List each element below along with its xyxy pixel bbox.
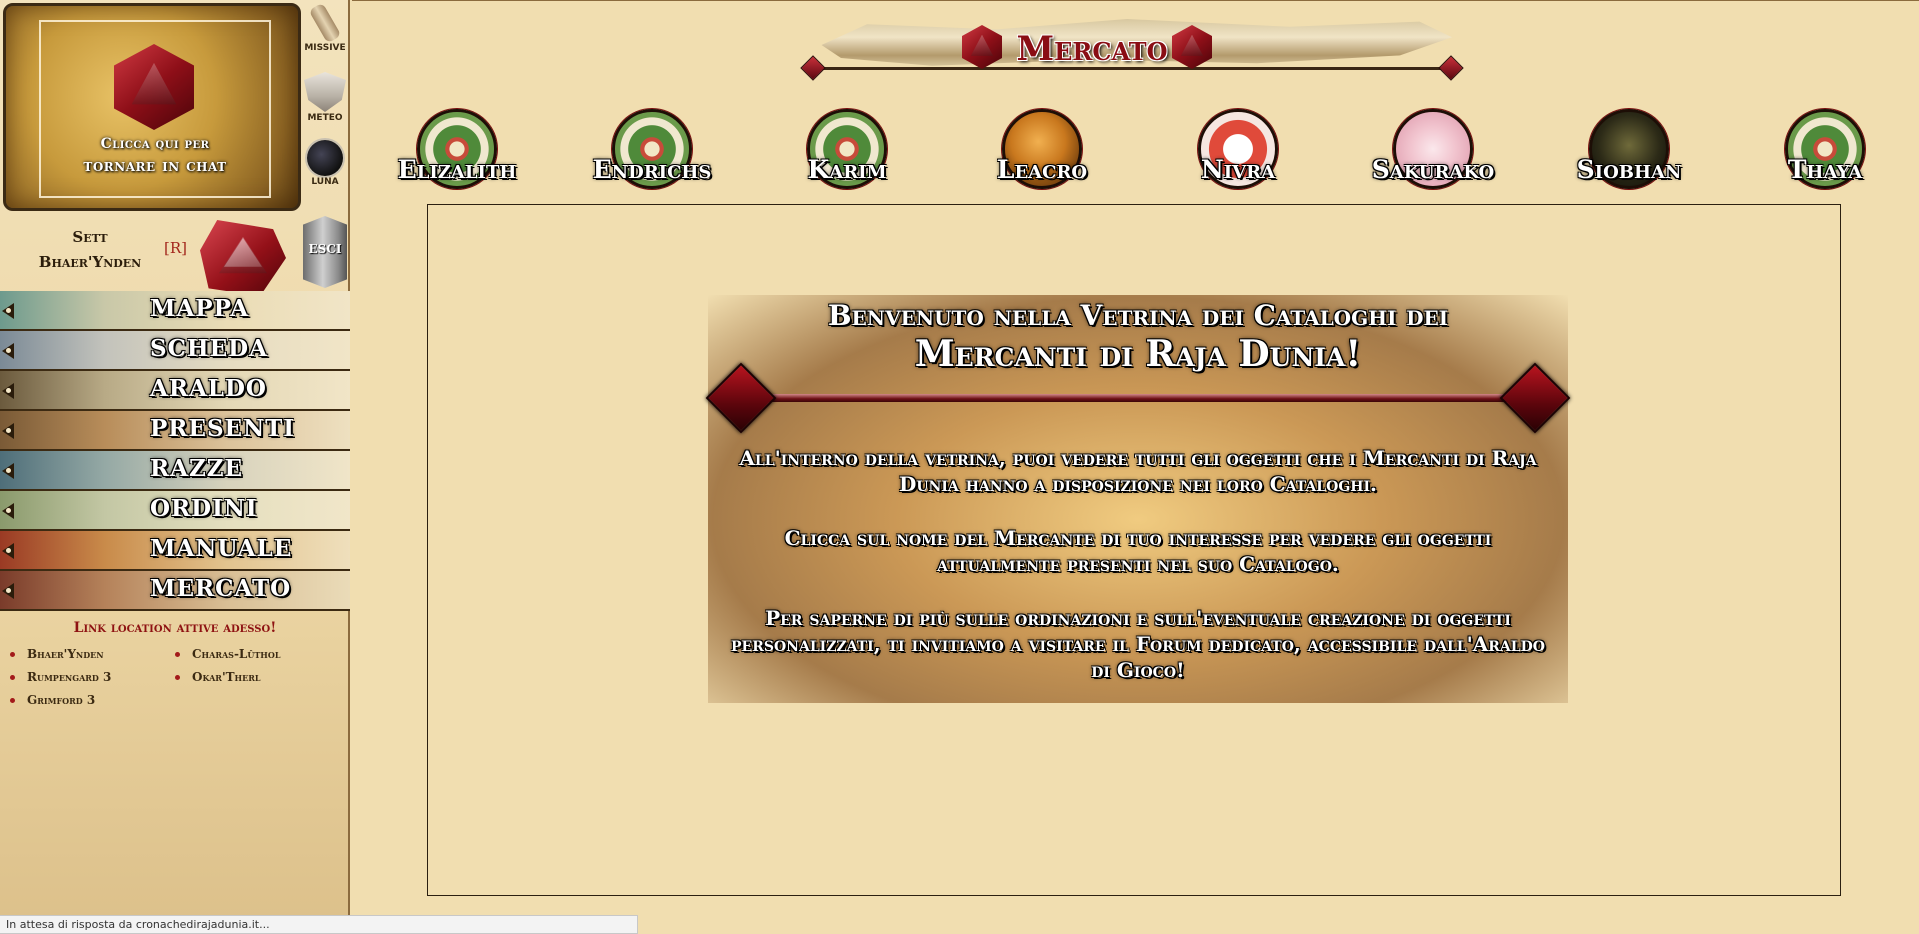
merchant-name: Siobhan	[1576, 155, 1682, 184]
nav-label: RAZZE	[150, 455, 244, 482]
arrow-left-icon	[2, 503, 14, 519]
chat-label-line1: Clicca qui per	[100, 136, 210, 152]
user-name[interactable]: Bhaer'Ynden	[20, 253, 160, 271]
scroll-icon	[308, 2, 342, 44]
nav-item-mercato[interactable]: MERCATO	[0, 571, 350, 611]
missive-label: MISSIVE	[304, 43, 346, 53]
user-title: Sett	[72, 228, 108, 246]
merchant-thaya[interactable]: Thaya	[1760, 107, 1890, 189]
logout-label: ESCI	[308, 242, 342, 256]
merchant-nivra[interactable]: Nivra	[1173, 107, 1303, 189]
arrow-left-icon	[2, 543, 14, 559]
merchant-sakurako[interactable]: Sakurako	[1368, 107, 1498, 189]
arrow-left-icon	[2, 583, 14, 599]
arrow-left-icon	[2, 423, 14, 439]
nav-item-manuale[interactable]: MANUALE	[0, 531, 350, 571]
diamond-ornament-icon	[1438, 55, 1464, 81]
chat-label-line2: tornare in chat	[83, 156, 227, 176]
luna-button[interactable]: LUNA	[302, 140, 348, 187]
welcome-paragraph: Clicca sul nome del Mercante di tuo inte…	[784, 526, 1492, 576]
merchant-name: Leacro	[996, 155, 1088, 184]
welcome-divider	[738, 394, 1538, 402]
active-locations-list: Bhaer'Ynden Charas-Lûthol Rumpengard 3 O…	[0, 647, 350, 707]
merchant-elizalith[interactable]: Elizalith	[392, 107, 522, 189]
welcome-title-line2: Mercanti di Raja Dunia!	[914, 333, 1362, 375]
nav-label: SCHEDA	[150, 335, 268, 362]
luna-label: LUNA	[311, 177, 339, 187]
nav-label: PRESENTI	[150, 415, 295, 442]
missive-button[interactable]: MISSIVE	[302, 2, 348, 53]
nav-item-araldo[interactable]: ARALDO	[0, 371, 350, 411]
browser-status-bar: In attesa di risposta da cronachedirajad…	[0, 915, 638, 934]
arrow-left-icon	[2, 343, 14, 359]
nav-item-presenti[interactable]: PRESENTI	[0, 411, 350, 451]
nav-item-mappa[interactable]: MAPPA	[0, 291, 350, 331]
merchant-name: Thaya	[1787, 155, 1863, 184]
meteo-button[interactable]: METEO	[302, 72, 348, 123]
nav-label: MERCATO	[150, 575, 292, 602]
logout-button[interactable]: ESCI	[303, 216, 347, 288]
active-locations: Link location attive adesso! Bhaer'Ynden…	[0, 620, 350, 707]
welcome-paragraph: All'interno della vetrina, puoi vedere t…	[739, 446, 1537, 496]
meteo-label: METEO	[307, 113, 343, 123]
moon-icon	[307, 140, 343, 176]
sidebar: Clicca qui per tornare in chat MISSIVE M…	[0, 0, 350, 934]
catalog-panel: Benvenuto nella Vetrina dei Cataloghi de…	[427, 204, 1841, 896]
merchant-leacro[interactable]: Leacro	[977, 107, 1107, 189]
main-nav: MAPPA SCHEDA ARALDO PRESENTI RAZZE ORDIN…	[0, 291, 350, 611]
location-link[interactable]: Bhaer'Ynden	[10, 647, 175, 661]
nav-item-razze[interactable]: RAZZE	[0, 451, 350, 491]
merchant-list: Elizalith Endrichs Karim Leacro Nivra Sa…	[392, 107, 1892, 189]
nav-label: ORDINI	[150, 495, 258, 522]
merchant-endrichs[interactable]: Endrichs	[587, 107, 717, 189]
merchant-name: Elizalith	[397, 155, 517, 184]
merchant-name: Karim	[807, 155, 887, 184]
nav-item-scheda[interactable]: SCHEDA	[0, 331, 350, 371]
diamond-ornament-icon	[800, 55, 826, 81]
nav-label: MAPPA	[150, 295, 250, 322]
welcome-banner: Benvenuto nella Vetrina dei Cataloghi de…	[705, 295, 1571, 703]
weather-icon	[304, 72, 346, 112]
location-link[interactable]: Grimford 3	[10, 693, 175, 707]
user-panel: Sett Bhaer'Ynden [R]	[0, 214, 350, 296]
main-content: Mercato Elizalith Endrichs Karim Leacro …	[352, 0, 1919, 934]
active-locations-title: Link location attive adesso!	[73, 620, 277, 636]
merchant-name: Nivra	[1200, 155, 1276, 184]
merchant-name: Endrichs	[592, 155, 712, 184]
arrow-left-icon	[2, 303, 14, 319]
merchant-siobhan[interactable]: Siobhan	[1564, 107, 1694, 189]
r-link[interactable]: [R]	[164, 239, 187, 257]
mercato-banner: Mercato	[792, 11, 1472, 81]
page-title: Mercato	[1016, 29, 1168, 69]
nav-label: ARALDO	[150, 375, 267, 402]
merchant-name: Sakurako	[1371, 155, 1495, 184]
merchant-karim[interactable]: Karim	[782, 107, 912, 189]
welcome-title-line1: Benvenuto nella Vetrina dei Cataloghi de…	[827, 299, 1449, 332]
location-link[interactable]: Charas-Lûthol	[175, 647, 340, 661]
arrow-left-icon	[2, 463, 14, 479]
return-to-chat-button[interactable]: Clicca qui per tornare in chat	[3, 3, 301, 211]
location-link[interactable]: Rumpengard 3	[10, 670, 175, 684]
welcome-paragraph: Per saperne di più sulle ordinazioni e s…	[731, 606, 1545, 682]
user-d20-icon[interactable]	[200, 220, 286, 296]
nav-label: MANUALE	[150, 535, 293, 562]
nav-item-ordini[interactable]: ORDINI	[0, 491, 350, 531]
location-link[interactable]: Okar'Therl	[175, 670, 340, 684]
arrow-left-icon	[2, 383, 14, 399]
